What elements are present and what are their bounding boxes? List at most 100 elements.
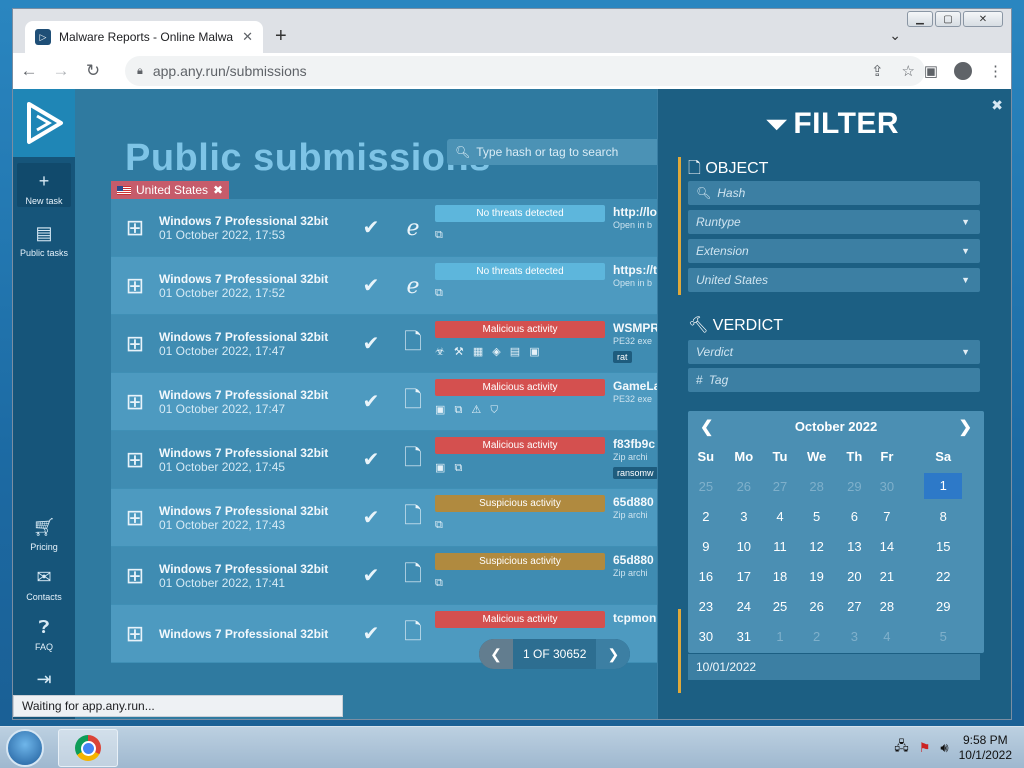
calendar-day-selected[interactable]: 1 bbox=[902, 471, 984, 501]
calendar-day[interactable]: 30 bbox=[688, 621, 724, 651]
calendar-day[interactable]: 16 bbox=[688, 561, 724, 591]
tab-search-chevron-icon[interactable]: ⌄ bbox=[889, 27, 901, 44]
table-row[interactable]: ⊞ Windows 7 Professional 32bit 01 October … bbox=[111, 489, 659, 547]
address-bar[interactable]: 🔒︎ app.any.run/submissions ⇪ ☆ bbox=[125, 56, 925, 86]
table-row[interactable]: ⊞ Windows 7 Professional 32bit 01 October … bbox=[111, 315, 659, 373]
calendar-day[interactable]: 26 bbox=[796, 591, 837, 621]
search-input[interactable]: 🔍︎ Type hash or tag to search bbox=[447, 139, 659, 165]
calendar-day[interactable]: 7 bbox=[871, 501, 902, 531]
calendar-day[interactable]: 28 bbox=[796, 471, 837, 501]
anyrun-logo[interactable] bbox=[13, 89, 75, 157]
calendar-day[interactable]: 1 bbox=[764, 621, 796, 651]
clock[interactable]: 9:58 PM 10/1/2022 bbox=[959, 733, 1012, 763]
calendar-day[interactable]: 4 bbox=[871, 621, 902, 651]
calendar-day[interactable]: 28 bbox=[871, 591, 902, 621]
table-row[interactable]: ⊞ Windows 7 Professional 32bit 01 October … bbox=[111, 373, 659, 431]
next-page-button[interactable]: ❯ bbox=[596, 639, 631, 669]
runtype-select[interactable]: Runtype ▼ bbox=[688, 210, 980, 234]
calendar-day[interactable]: 19 bbox=[796, 561, 837, 591]
calendar-day[interactable]: 5 bbox=[796, 501, 837, 531]
sidebar-item-logout[interactable]: ⇥ bbox=[13, 661, 75, 694]
prev-page-button[interactable]: ❮ bbox=[479, 639, 513, 669]
flag-alert-icon[interactable]: ⚑ bbox=[919, 740, 931, 756]
table-row[interactable]: ⊞ Windows 7 Professional 32bit 01 October … bbox=[111, 199, 659, 257]
menu-kebab-icon[interactable]: ⋮ bbox=[988, 62, 1003, 80]
country-filter-chip[interactable]: United States ✖ bbox=[111, 181, 230, 199]
start-button[interactable] bbox=[6, 729, 44, 767]
row-target[interactable]: WSMPR bbox=[613, 321, 659, 335]
calendar-day[interactable]: 21 bbox=[871, 561, 902, 591]
calendar-day[interactable]: 8 bbox=[902, 501, 984, 531]
calendar-day[interactable]: 11 bbox=[764, 531, 796, 561]
date-input[interactable]: 10/01/2022 bbox=[688, 654, 980, 680]
tag-input[interactable]: # Tag bbox=[688, 368, 980, 392]
calendar-day[interactable]: 9 bbox=[688, 531, 724, 561]
calendar-day[interactable]: 12 bbox=[796, 531, 837, 561]
row-target[interactable]: 65d880 bbox=[613, 495, 654, 509]
calendar-day[interactable]: 17 bbox=[724, 561, 764, 591]
sidebar-item-new-task[interactable]: + New task bbox=[17, 163, 71, 207]
calendar-day[interactable]: 2 bbox=[796, 621, 837, 651]
table-row[interactable]: ⊞ Windows 7 Professional 32bit 01 October … bbox=[111, 547, 659, 605]
calendar-day[interactable]: 31 bbox=[724, 621, 764, 651]
row-target[interactable]: GameLa bbox=[613, 379, 659, 393]
table-row[interactable]: ⊞ Windows 7 Professional 32bit 01 October … bbox=[111, 431, 659, 489]
row-target[interactable]: https://t bbox=[613, 263, 657, 277]
calendar-day[interactable]: 24 bbox=[724, 591, 764, 621]
sidebar-item-contacts[interactable]: ✉ Contacts bbox=[13, 559, 75, 602]
side-panel-icon[interactable]: ▣ bbox=[924, 62, 938, 80]
calendar-day[interactable]: 29 bbox=[837, 471, 871, 501]
volume-icon[interactable]: 🔊︎ bbox=[940, 740, 948, 756]
browser-tab[interactable]: ▷ Malware Reports - Online Malwa ✕ bbox=[25, 21, 263, 53]
row-target[interactable]: tcpmon. bbox=[613, 611, 659, 625]
sidebar-item-pricing[interactable]: 🛒︎ Pricing bbox=[13, 509, 75, 552]
table-row[interactable]: ⊞ Windows 7 Professional 32bit 01 October … bbox=[111, 257, 659, 315]
prev-month-icon[interactable]: ❮ bbox=[700, 417, 713, 437]
row-tag[interactable]: ransomw bbox=[613, 467, 658, 479]
row-target[interactable]: 65d880 bbox=[613, 553, 654, 567]
new-tab-icon[interactable]: + bbox=[275, 25, 287, 48]
profile-avatar[interactable] bbox=[954, 62, 972, 80]
calendar-day[interactable]: 4 bbox=[764, 501, 796, 531]
calendar-day[interactable]: 26 bbox=[724, 471, 764, 501]
calendar-day[interactable]: 6 bbox=[837, 501, 871, 531]
forward-icon[interactable]: → bbox=[45, 61, 77, 81]
close-tab-icon[interactable]: ✕ bbox=[242, 29, 253, 45]
close-filter-icon[interactable]: ✖ bbox=[991, 97, 1003, 114]
country-select[interactable]: United States ▼ bbox=[688, 268, 980, 292]
next-month-icon[interactable]: ❯ bbox=[959, 417, 972, 437]
calendar-day[interactable]: 22 bbox=[902, 561, 984, 591]
row-tag[interactable]: rat bbox=[613, 351, 632, 363]
extension-select[interactable]: Extension ▼ bbox=[688, 239, 980, 263]
remove-chip-icon[interactable]: ✖ bbox=[213, 183, 223, 197]
bookmark-star-icon[interactable]: ☆ bbox=[902, 62, 915, 80]
row-target[interactable]: f83fb9c bbox=[613, 437, 655, 451]
calendar-day[interactable]: 10 bbox=[724, 531, 764, 561]
calendar-day[interactable]: 2 bbox=[688, 501, 724, 531]
calendar-day[interactable]: 20 bbox=[837, 561, 871, 591]
taskbar-chrome-button[interactable] bbox=[58, 729, 118, 767]
row-target[interactable]: http://lo bbox=[613, 205, 657, 219]
network-icon[interactable]: 🖧︎ bbox=[894, 737, 909, 759]
sidebar-item-faq[interactable]: ❓︎ FAQ bbox=[13, 609, 75, 652]
calendar-day[interactable]: 30 bbox=[871, 471, 902, 501]
calendar-day[interactable]: 13 bbox=[837, 531, 871, 561]
calendar-day[interactable]: 27 bbox=[837, 591, 871, 621]
back-icon[interactable]: ← bbox=[13, 61, 45, 81]
calendar-day[interactable]: 3 bbox=[724, 501, 764, 531]
reload-icon[interactable]: ↻ bbox=[77, 61, 109, 81]
calendar-day[interactable]: 29 bbox=[902, 591, 984, 621]
share-icon[interactable]: ⇪ bbox=[871, 62, 884, 80]
calendar-day[interactable]: 23 bbox=[688, 591, 724, 621]
calendar-day[interactable]: 5 bbox=[902, 621, 984, 651]
calendar-day[interactable]: 14 bbox=[871, 531, 902, 561]
calendar-day[interactable]: 3 bbox=[837, 621, 871, 651]
sidebar-item-public-tasks[interactable]: ▤ Public tasks bbox=[13, 215, 75, 258]
verdict-select[interactable]: Verdict ▼ bbox=[688, 340, 980, 364]
calendar-day[interactable]: 18 bbox=[764, 561, 796, 591]
calendar-day[interactable]: 25 bbox=[764, 591, 796, 621]
calendar-day[interactable]: 25 bbox=[688, 471, 724, 501]
hash-input[interactable]: 🔍︎ Hash bbox=[688, 181, 980, 205]
calendar-day[interactable]: 27 bbox=[764, 471, 796, 501]
calendar-day[interactable]: 15 bbox=[902, 531, 984, 561]
